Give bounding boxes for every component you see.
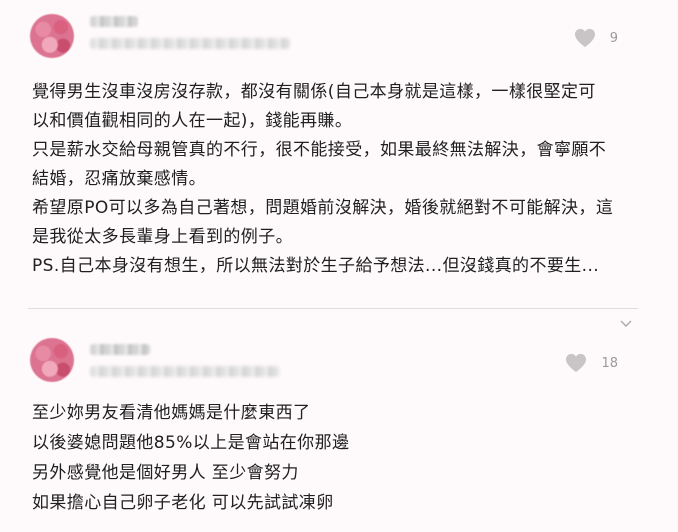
comment-line: 結婚，忍痛放棄感情。: [32, 169, 206, 189]
comment-line: 覺得男生沒車沒房沒存款，都沒有關係(自己本身就是這樣，一樣很堅定可: [32, 82, 596, 102]
comment-line: 至少妳男友看清他媽媽是什麼東西了: [32, 403, 311, 423]
comment-card: 18 至少妳男友看清他媽媽是什麼東西了 以後婆媳問題他85%以上是會站在你那邊 …: [0, 326, 678, 532]
comment-line: 希望原PO可以多為自己著想，問題婚前沒解決，婚後就絕對不可能解決，這: [32, 198, 614, 218]
comment-line: 以和價值觀相同的人在一起)，錢能再賺。: [32, 111, 353, 131]
author-name-redacted: [90, 16, 138, 27]
like-count: 18: [601, 355, 618, 371]
comment-line: 只是薪水交給母親管真的不行，很不能接受，如果最終無法解決，會寧願不: [32, 140, 607, 160]
comment-card: 9 覺得男生沒車沒房沒存款，都沒有關係(自己本身就是這樣，一樣很堅定可 以和價值…: [0, 0, 678, 327]
avatar[interactable]: [30, 338, 74, 382]
comment-meta-redacted: [90, 366, 280, 377]
heart-icon: [574, 28, 595, 48]
comment-line: PS.自己本身沒有想生，所以無法對於生子給予想法...但沒錢真的不要生...: [32, 256, 600, 276]
comment-line: 是我從太多長輩身上看到的例子。: [32, 227, 293, 247]
comment-meta-redacted: [90, 38, 290, 49]
like-button[interactable]: 18: [565, 353, 618, 373]
comment-line: 另外感覺他是個好男人 至少會努力: [32, 463, 299, 483]
avatar[interactable]: [30, 14, 74, 58]
comment-line: 如果擔心自己卵子老化 可以先試試凍卵: [32, 493, 334, 513]
comment-text: 覺得男生沒車沒房沒存款，都沒有關係(自己本身就是這樣，一樣很堅定可 以和價值觀相…: [32, 78, 648, 281]
comment-line: 以後婆媳問題他85%以上是會站在你那邊: [32, 433, 350, 453]
comment-text: 至少妳男友看清他媽媽是什麼東西了 以後婆媳問題他85%以上是會站在你那邊 另外感…: [32, 398, 648, 518]
comment-divider: [28, 308, 638, 309]
like-button[interactable]: 9: [574, 28, 618, 48]
like-count: 9: [609, 30, 618, 46]
heart-icon: [566, 353, 587, 373]
author-name-redacted: [90, 344, 150, 355]
